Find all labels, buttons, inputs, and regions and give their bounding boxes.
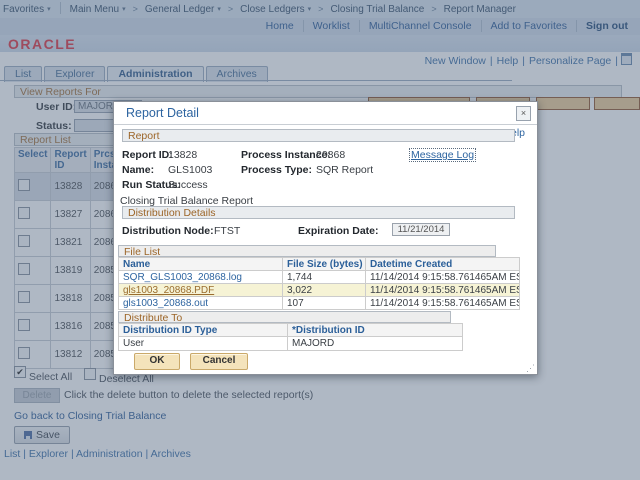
col-distribution-id-type: Distribution ID Type <box>119 324 288 337</box>
process-type-label: Process Type: <box>241 164 312 176</box>
report-id-value: 13828 <box>168 149 197 161</box>
report-section-header: Report <box>122 129 515 142</box>
file-list-table: Name File Size (bytes) Datetime Created … <box>118 257 520 310</box>
cancel-button[interactable]: Cancel <box>190 353 248 370</box>
file-list-header-row: Name File Size (bytes) Datetime Created <box>119 258 520 271</box>
report-detail-modal: Report Detail × Help Report Report ID: 1… <box>113 101 538 375</box>
col-distribution-id: *Distribution ID <box>288 324 463 337</box>
name-label: Name: <box>122 164 154 176</box>
report-id-label: Report ID: <box>122 149 173 161</box>
file-link-out[interactable]: gls1003_20868.out <box>123 298 208 309</box>
modal-title: Report Detail <box>126 106 199 120</box>
file-link-log[interactable]: SQR_GLS1003_20868.log <box>123 272 242 283</box>
process-instance-value: 20868 <box>316 149 345 161</box>
distribution-node-label: Distribution Node: <box>122 225 214 237</box>
file-list-header: File List <box>118 245 496 257</box>
distribution-id-cell: MAJORD <box>288 337 463 351</box>
file-created-cell: 11/14/2014 9:15:58.761465AM EST <box>366 271 520 284</box>
col-file-size: File Size (bytes) <box>283 258 366 271</box>
message-log-link[interactable]: Message Log <box>409 148 476 162</box>
application-window: Favorites▾Main Menu▾>General Ledger▾>Clo… <box>0 0 640 480</box>
file-row: SQR_GLS1003_20868.log 1,744 11/14/2014 9… <box>119 271 520 284</box>
file-size-cell: 3,022 <box>283 284 366 297</box>
distribute-to-header: Distribute To <box>118 311 451 323</box>
col-datetime-created: Datetime Created <box>366 258 520 271</box>
process-type-value: SQR Report <box>316 164 373 176</box>
distribution-details-header: Distribution Details <box>122 206 515 219</box>
expiration-date-label: Expiration Date: <box>298 225 379 237</box>
file-row: gls1003_20868.out 107 11/14/2014 9:15:58… <box>119 297 520 310</box>
ok-button[interactable]: OK <box>134 353 180 370</box>
name-value: GLS1003 <box>168 164 212 176</box>
col-name: Name <box>119 258 283 271</box>
file-created-cell: 11/14/2014 9:15:58.761465AM EST <box>366 297 520 310</box>
resize-grip-icon[interactable]: ⋰ <box>526 363 535 374</box>
file-row-highlighted: gls1003_20868.PDF 3,022 11/14/2014 9:15:… <box>119 284 520 297</box>
file-size-cell: 107 <box>283 297 366 310</box>
file-size-cell: 1,744 <box>283 271 366 284</box>
close-icon[interactable]: × <box>516 106 531 121</box>
distribution-node-value: FTST <box>214 225 240 237</box>
distribute-to-row: User MAJORD <box>119 337 463 351</box>
file-created-cell: 11/14/2014 9:15:58.761465AM EST <box>366 284 520 297</box>
run-status-value: Success <box>168 179 208 191</box>
distribute-to-header-row: Distribution ID Type *Distribution ID <box>119 324 463 337</box>
expiration-date-input[interactable]: 11/21/2014 <box>392 223 450 236</box>
distribution-id-type-cell: User <box>119 337 288 351</box>
file-link-pdf[interactable]: gls1003_20868.PDF <box>123 285 214 296</box>
distribute-to-table: Distribution ID Type *Distribution ID Us… <box>118 323 463 351</box>
